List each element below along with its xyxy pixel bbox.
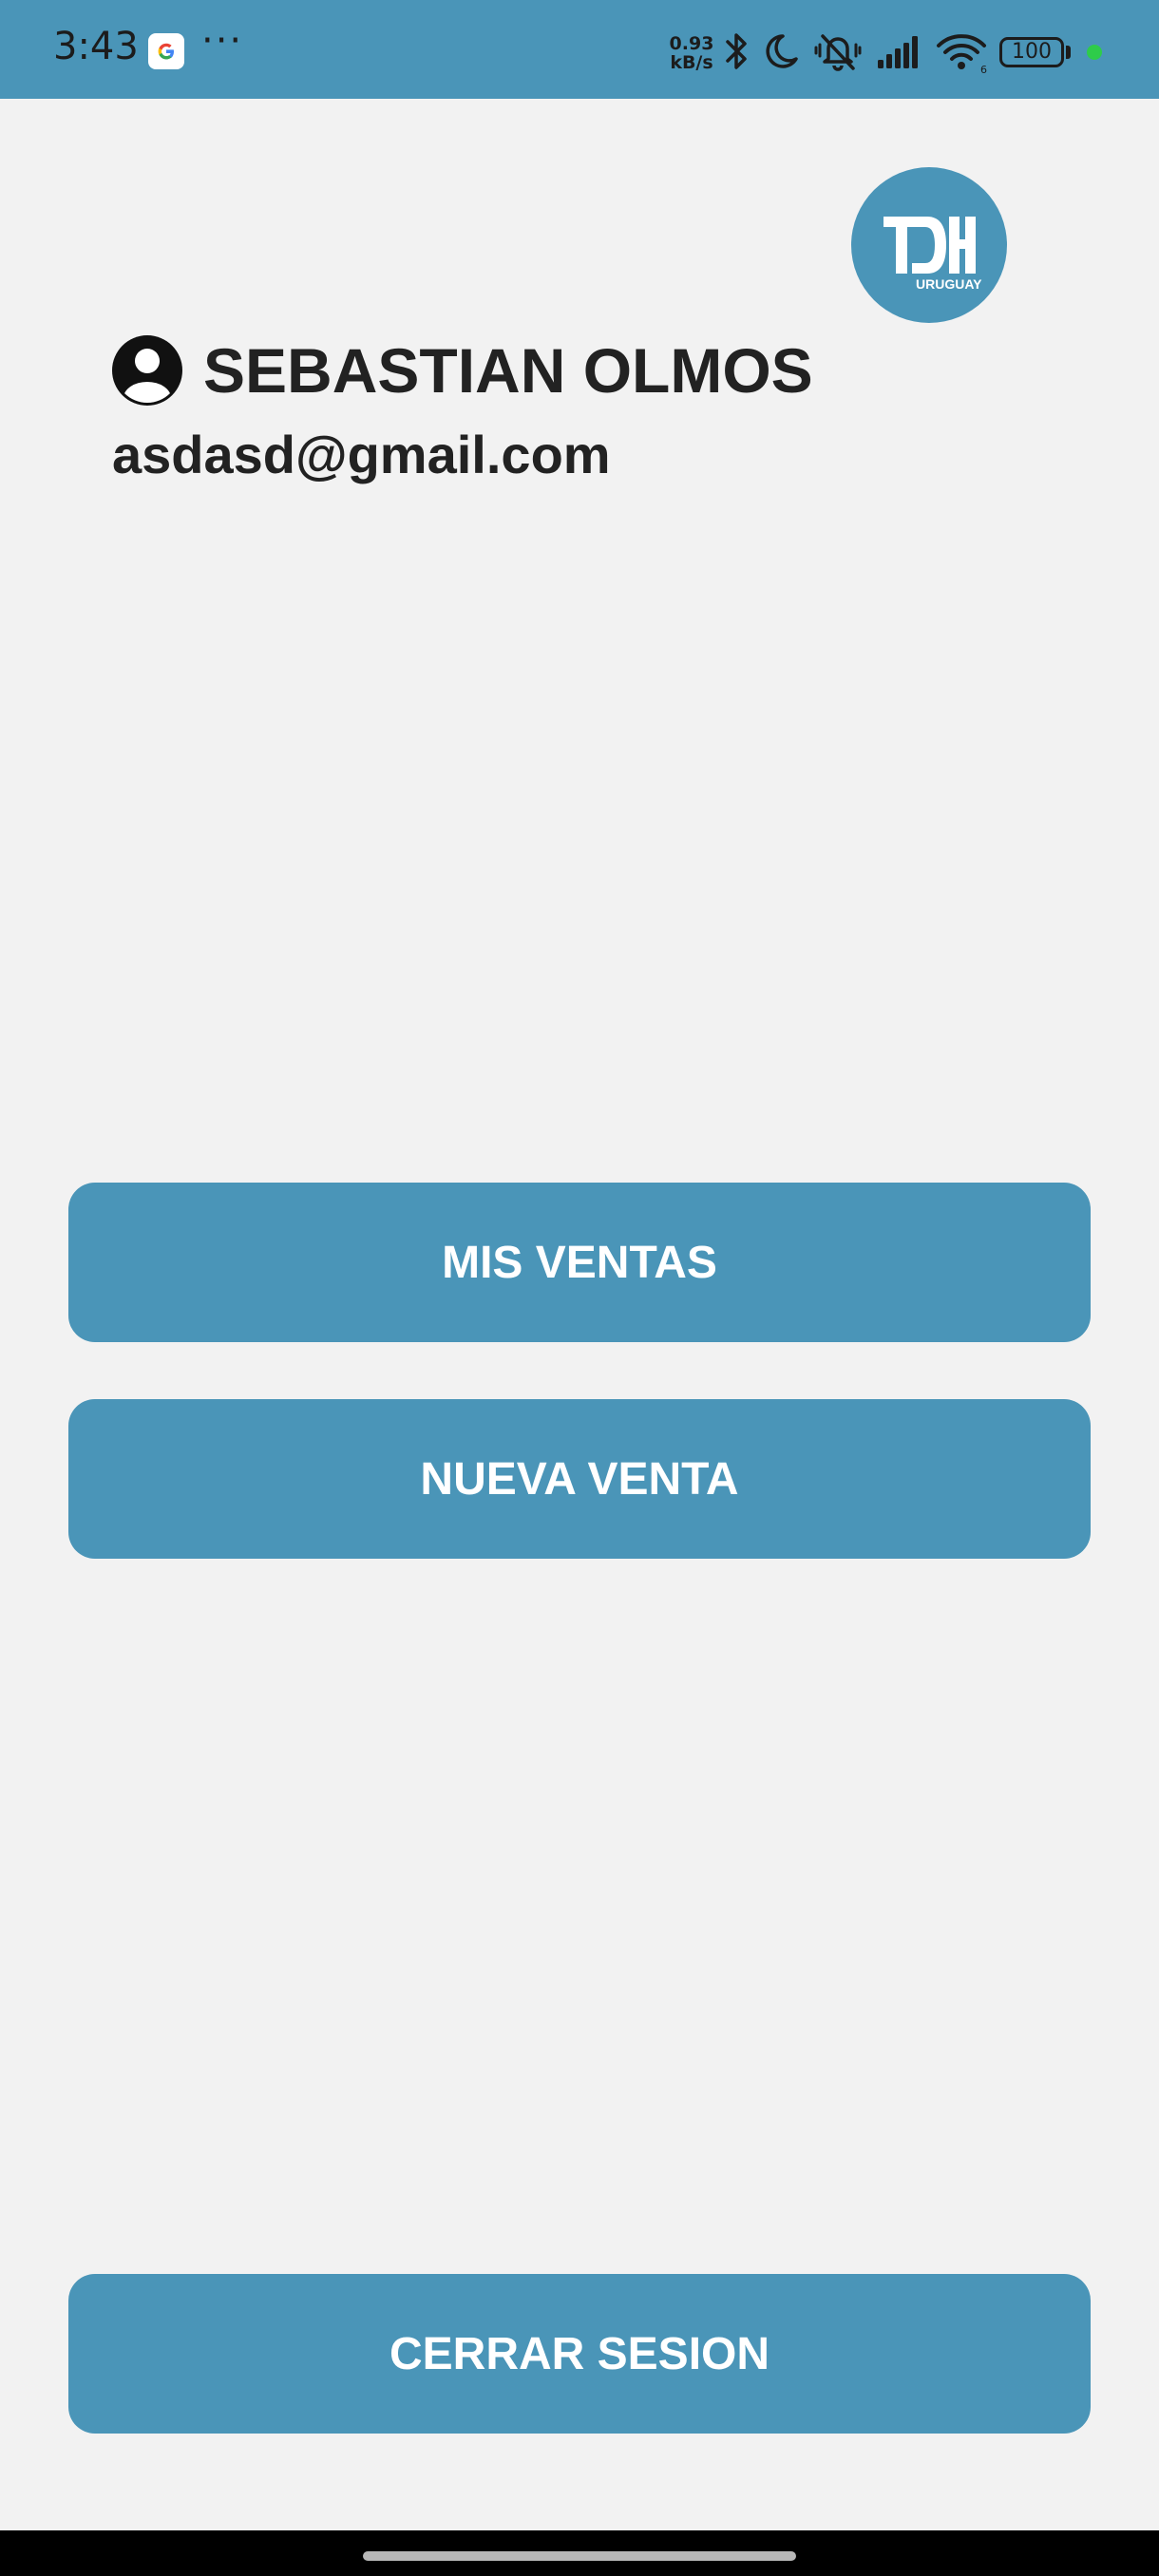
status-time: 3:43 xyxy=(53,25,139,68)
cerrar-sesion-button[interactable]: CERRAR SESION xyxy=(68,2274,1091,2434)
network-speed: 0.93 kB/s xyxy=(665,34,718,72)
battery-tip xyxy=(1066,46,1071,59)
more-notifications-indicator: ··· xyxy=(201,19,244,63)
status-bar: 3:43 ··· 0.93 kB/s 6 100 xyxy=(0,0,1159,99)
nueva-venta-button[interactable]: NUEVA VENTA xyxy=(68,1399,1091,1559)
tdh-uruguay-logo: URUGUAY xyxy=(851,167,1007,323)
network-speed-unit: kB/s xyxy=(670,52,713,73)
user-email: asdasd@gmail.com xyxy=(112,425,611,484)
battery-icon: 100 xyxy=(999,37,1064,67)
system-navigation-bar xyxy=(0,2530,1159,2576)
battery-level: 100 xyxy=(1012,40,1052,64)
moon-icon xyxy=(766,34,798,68)
wifi-icon: 6 xyxy=(937,34,987,74)
bluetooth-icon xyxy=(726,33,747,69)
signal-icon xyxy=(878,36,918,68)
privacy-indicator-dot xyxy=(1087,45,1102,60)
bell-muted-icon xyxy=(814,34,862,71)
logo-mark: URUGUAY xyxy=(884,217,982,292)
svg-text:URUGUAY: URUGUAY xyxy=(916,276,982,292)
user-name: SEBASTIAN OLMOS xyxy=(203,335,813,406)
svg-text:6: 6 xyxy=(980,64,987,74)
home-gesture-handle[interactable] xyxy=(363,2551,796,2561)
account-circle-icon xyxy=(112,335,182,406)
network-speed-value: 0.93 xyxy=(669,33,714,54)
google-icon xyxy=(148,33,184,69)
mis-ventas-button[interactable]: MIS VENTAS xyxy=(68,1183,1091,1342)
